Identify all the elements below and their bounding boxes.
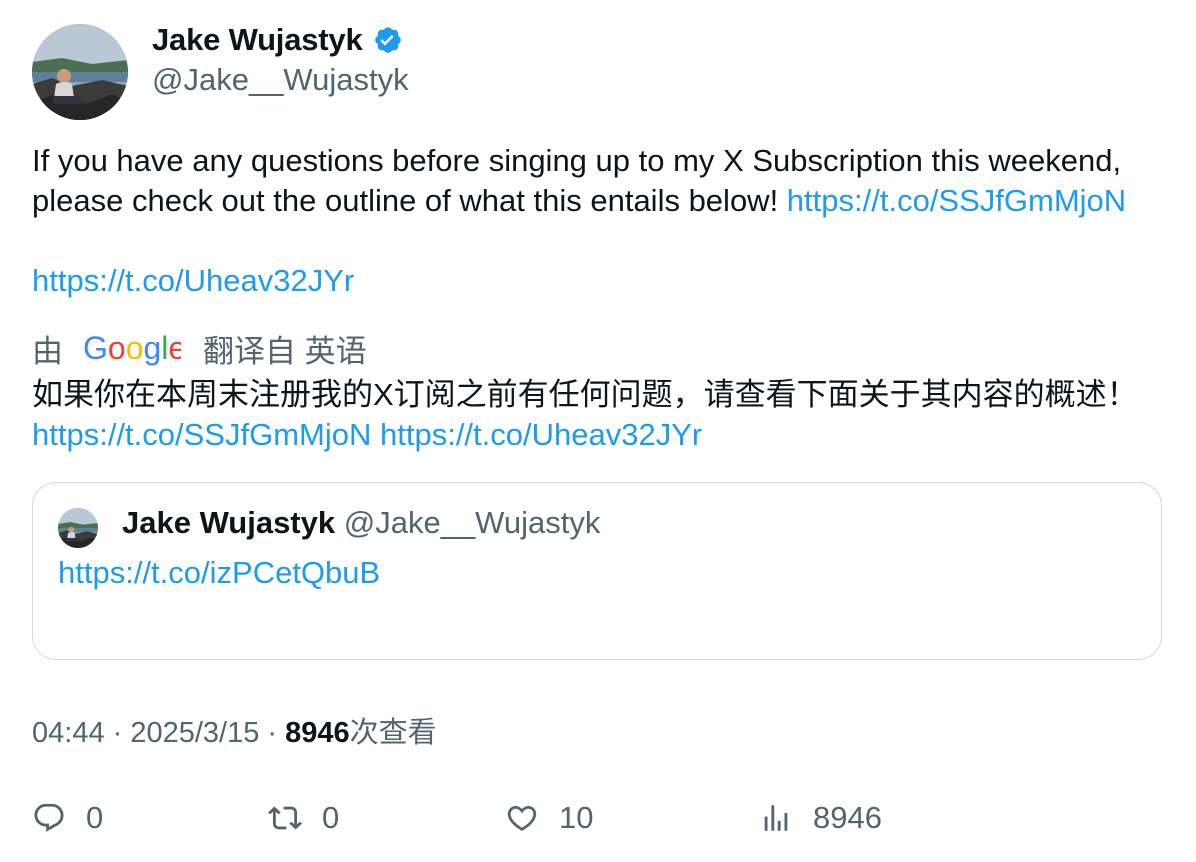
retweet-count: 0 xyxy=(322,800,340,835)
author-handle[interactable]: @Jake__Wujastyk xyxy=(152,62,409,98)
quote-author-handle: @Jake__Wujastyk xyxy=(343,505,601,540)
quote-author-row: Jake Wujastyk @Jake__Wujastyk xyxy=(122,505,600,541)
views-count: 8946 xyxy=(285,717,350,749)
translated-from-label[interactable]: 翻译自 英语 xyxy=(203,326,367,371)
quote-tweet-card[interactable]: Jake Wujastyk @Jake__Wujastyk https://t.… xyxy=(32,482,1162,660)
action-bar: 0 0 10 8946 xyxy=(0,790,1196,846)
google-logo: Google xyxy=(83,332,181,366)
translated-link-1[interactable]: https://t.co/SSJfGmMjoN xyxy=(32,417,371,452)
views-action-count: 8946 xyxy=(813,800,882,835)
reply-button[interactable]: 0 xyxy=(32,790,103,846)
like-count: 10 xyxy=(559,800,594,835)
tweet-time[interactable]: 04:44 xyxy=(32,717,105,749)
author-name-row: Jake Wujastyk xyxy=(152,22,403,58)
translated-text-content: 如果你在本周末注册我的X订阅之前有任何问题，请查看下面关于其内容的概述！ xyxy=(32,377,1138,412)
meta-separator: · xyxy=(259,717,286,749)
author-display-name[interactable]: Jake Wujastyk xyxy=(152,22,363,58)
tweet-meta: 04:44 · 2025/3/15 · 8946次查看 xyxy=(32,709,437,751)
reply-count: 0 xyxy=(86,800,104,835)
quote-avatar-photo xyxy=(58,508,98,548)
translated-text: 如果你在本周末注册我的X订阅之前有任何问题，请查看下面关于其内容的概述！ htt… xyxy=(32,375,1152,455)
views-label: 次查看 xyxy=(349,717,437,749)
translated-by-row: 由 Google 翻译自 英语 xyxy=(32,326,367,371)
heart-icon xyxy=(507,805,537,831)
views-button[interactable]: 8946 xyxy=(759,790,882,846)
translated-by-label: 由 xyxy=(32,334,63,369)
svg-text:Google: Google xyxy=(83,332,181,366)
author-avatar[interactable] xyxy=(32,24,128,120)
tweet-date[interactable]: 2025/3/15 xyxy=(130,717,259,749)
quote-author-name: Jake Wujastyk xyxy=(122,505,336,540)
translated-link-2[interactable]: https://t.co/Uheav32JYr xyxy=(380,417,702,452)
reply-icon xyxy=(34,803,64,832)
meta-separator: · xyxy=(104,717,131,749)
retweet-button[interactable]: 0 xyxy=(268,790,339,846)
tweet-link-1[interactable]: https://t.co/SSJfGmMjoN xyxy=(787,183,1126,218)
like-button[interactable]: 10 xyxy=(505,790,593,846)
verified-badge-icon[interactable] xyxy=(373,25,403,55)
avatar-photo xyxy=(32,24,128,120)
retweet-icon xyxy=(268,806,302,830)
quote-link[interactable]: https://t.co/izPCetQbuB xyxy=(58,555,380,591)
analytics-icon xyxy=(764,805,788,831)
tweet-text: If you have any questions before singing… xyxy=(32,141,1172,301)
tweet-link-2[interactable]: https://t.co/Uheav32JYr xyxy=(32,263,354,298)
quote-author-avatar xyxy=(58,508,98,548)
